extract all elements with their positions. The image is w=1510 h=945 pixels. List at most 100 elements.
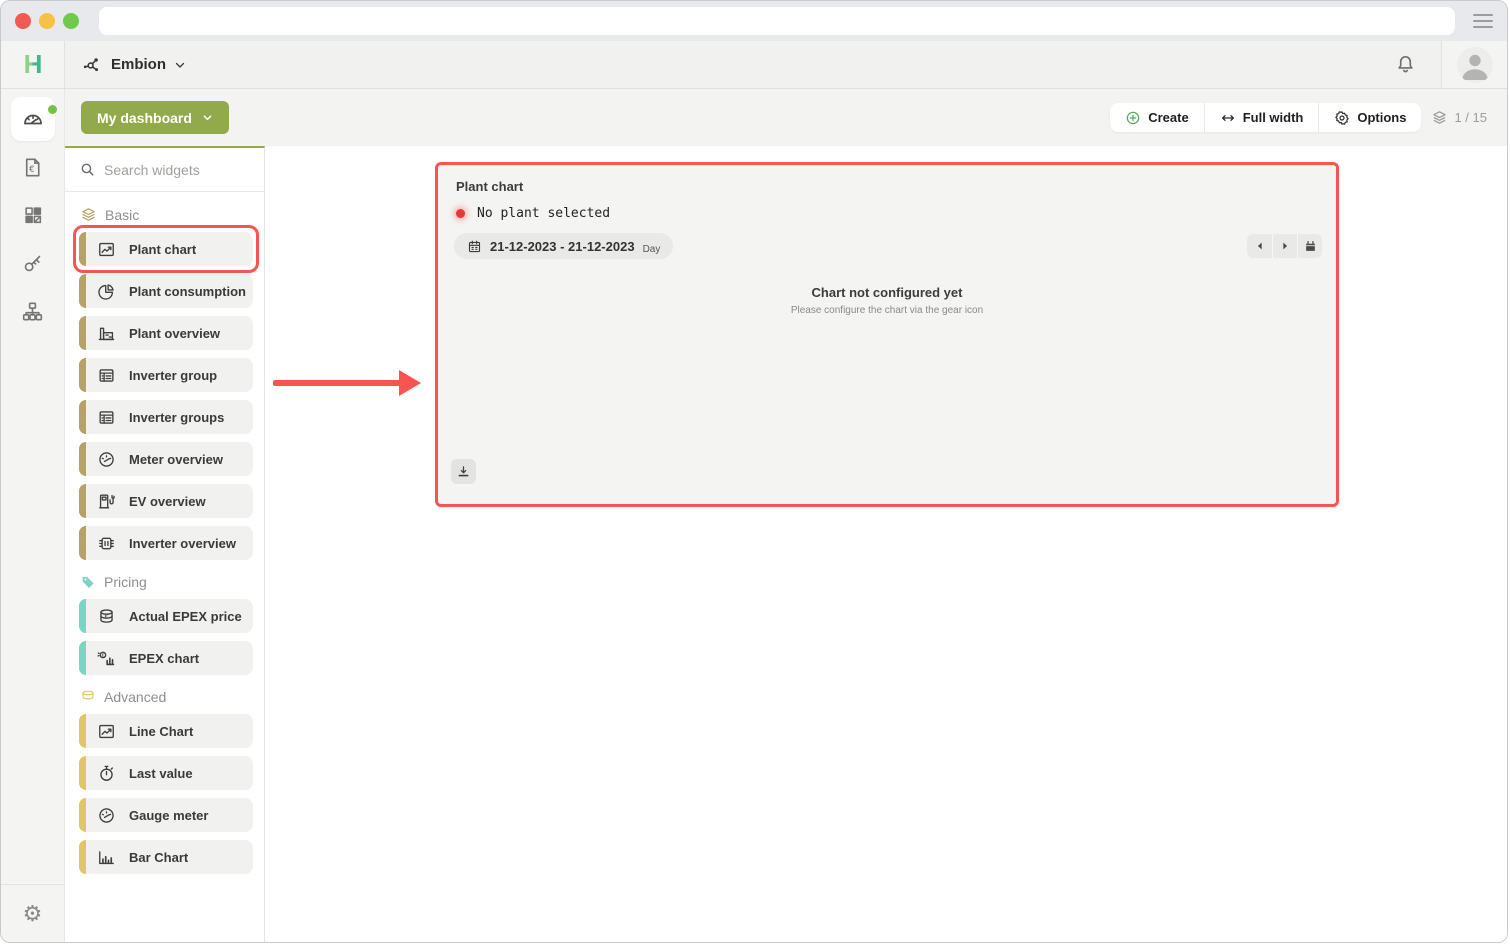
minimize-window-button[interactable] (39, 13, 55, 29)
widget-item-epex-chart[interactable]: € EPEX chart (79, 641, 253, 675)
avatar (1457, 47, 1493, 83)
layers-icon (80, 206, 97, 223)
accent-bar (79, 526, 86, 560)
widget-item-last-value[interactable]: Last value (79, 756, 253, 790)
widget-item-inverter-group[interactable]: Inverter group (79, 358, 253, 392)
widget-item-label: EPEX chart (129, 651, 199, 666)
accent-bar (79, 798, 86, 832)
full-width-label: Full width (1243, 110, 1304, 125)
next-period-button[interactable] (1272, 234, 1297, 258)
maximize-window-button[interactable] (63, 13, 79, 29)
caret-right-icon (1280, 241, 1290, 251)
rail-item-key[interactable] (11, 241, 55, 285)
empty-state-title: Chart not configured yet (438, 285, 1336, 300)
widget-sidebar: BasicPlant chartPlant consumptionPlant o… (65, 146, 265, 943)
plus-circle-icon (1125, 110, 1141, 126)
date-granularity: Day (643, 244, 661, 255)
download-button[interactable] (451, 459, 476, 484)
svg-text:€: € (29, 164, 34, 174)
sidebar-section-basic: BasicPlant chartPlant consumptionPlant o… (65, 206, 264, 560)
widget-counter-value: 1 / 15 (1454, 110, 1487, 125)
svg-text:€: € (105, 613, 109, 620)
rail-item-widgets[interactable] (11, 193, 55, 237)
chevron-down-icon (202, 112, 213, 123)
svg-text:€: € (102, 652, 105, 658)
browser-menu-icon[interactable] (1473, 14, 1493, 28)
widget-item-plant-chart[interactable]: Plant chart (79, 232, 253, 266)
create-label: Create (1148, 110, 1188, 125)
caret-left-icon (1255, 241, 1265, 251)
search-icon (79, 161, 96, 178)
widget-item-ev-overview[interactable]: EV overview (79, 484, 253, 518)
options-button[interactable]: Options (1319, 103, 1421, 132)
browser-url-bar[interactable] (99, 7, 1455, 35)
annotation-arrow (273, 380, 427, 386)
date-range-value: 21-12-2023 - 21-12-2023 (490, 239, 635, 254)
logo-letter: H (24, 49, 42, 80)
user-menu-button[interactable] (1441, 41, 1507, 88)
rail-item-invoice[interactable]: € (11, 145, 55, 189)
notifications-button[interactable] (1370, 41, 1441, 88)
app-logo[interactable]: H (1, 41, 65, 88)
widget-item-inverter-overview[interactable]: Inverter overview (79, 526, 253, 560)
database-icon (80, 689, 96, 705)
widget-item-label: Meter overview (129, 452, 223, 467)
widget-item-label: Plant chart (129, 242, 196, 257)
coins-icon: € (97, 607, 116, 626)
gear-icon[interactable]: ⚙ (23, 902, 43, 927)
network-icon (81, 54, 103, 76)
accent-bar (79, 400, 86, 434)
plant-chart-widget-panel: Plant chart No plant selected 21-12-2023… (435, 162, 1339, 507)
widget-item-actual-epex-price[interactable]: €Actual EPEX price (79, 599, 253, 633)
line-chart-icon (97, 722, 116, 741)
calendar-solid-icon (1304, 240, 1317, 253)
widget-item-label: Inverter overview (129, 536, 236, 551)
empty-state-subtitle: Please configure the chart via the gear … (438, 305, 1336, 316)
accent-bar (79, 840, 86, 874)
chevron-down-icon (174, 59, 186, 71)
toolbar-button-group: Create Full width Options (1110, 103, 1421, 132)
widget-item-inverter-groups[interactable]: Inverter groups (79, 400, 253, 434)
widget-item-label: Inverter groups (129, 410, 224, 425)
table-icon (97, 366, 116, 385)
meter-icon (97, 806, 116, 825)
org-switcher[interactable]: Embion (65, 41, 202, 88)
chip-icon (97, 534, 116, 553)
pie-chart-icon (97, 282, 116, 301)
download-icon (456, 464, 471, 479)
calendar-picker-button[interactable] (1297, 234, 1322, 258)
widget-item-gauge-meter[interactable]: Gauge meter (79, 798, 253, 832)
widget-item-plant-consumption[interactable]: Plant consumption (79, 274, 253, 308)
create-button[interactable]: Create (1110, 103, 1204, 132)
section-label: Pricing (104, 574, 147, 590)
price-chart-icon: € (97, 649, 116, 668)
table-icon (97, 408, 116, 427)
widget-item-label: Plant overview (129, 326, 220, 341)
previous-period-button[interactable] (1247, 234, 1272, 258)
bell-icon (1394, 53, 1417, 76)
section-header-advanced: Advanced (80, 689, 264, 705)
widgets-icon (22, 204, 44, 226)
rail-item-sitemap[interactable] (11, 289, 55, 333)
org-name: Embion (111, 56, 166, 73)
widget-item-plant-overview[interactable]: Plant overview (79, 316, 253, 350)
widget-title: Plant chart (456, 179, 523, 194)
search-input[interactable] (104, 162, 234, 178)
date-range-button[interactable]: 21-12-2023 - 21-12-2023 Day (454, 233, 673, 259)
accent-bar (79, 641, 86, 675)
widget-item-meter-overview[interactable]: Meter overview (79, 442, 253, 476)
dashboard-toolbar: My dashboard Create (65, 89, 1507, 146)
rail-item-dashboard[interactable] (11, 97, 55, 141)
widget-item-line-chart[interactable]: Line Chart (79, 714, 253, 748)
dashboard-selector-button[interactable]: My dashboard (81, 101, 229, 134)
widget-item-label: Gauge meter (129, 808, 208, 823)
widget-item-bar-chart[interactable]: Bar Chart (79, 840, 253, 874)
close-window-button[interactable] (15, 13, 31, 29)
accent-bar (79, 714, 86, 748)
meter-icon (97, 450, 116, 469)
dashboard-canvas: Plant chart No plant selected 21-12-2023… (265, 146, 1507, 943)
layers-icon (1431, 109, 1448, 126)
empty-state: Chart not configured yet Please configur… (438, 285, 1336, 316)
full-width-button[interactable]: Full width (1205, 103, 1320, 132)
widget-item-label: Line Chart (129, 724, 193, 739)
